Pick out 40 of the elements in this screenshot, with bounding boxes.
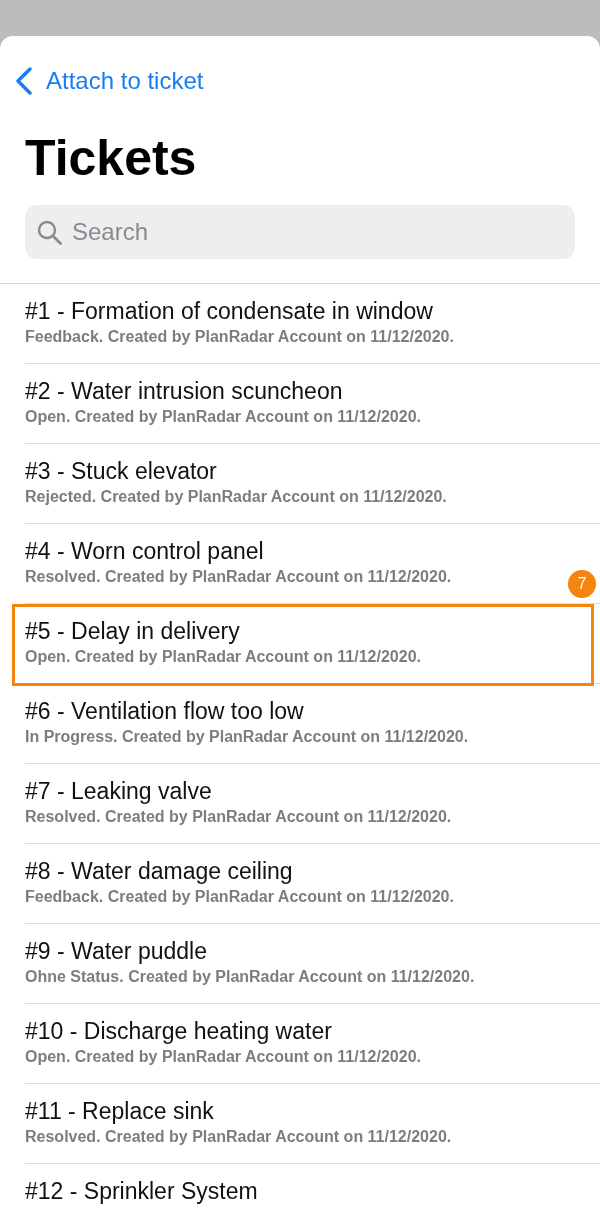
ticket-item[interactable]: #1 - Formation of condensate in window Feedback. Created by PlanRadar Account on 11/12/2020. [25, 284, 600, 364]
ticket-subtitle: Open. Created by PlanRadar Account on 11/12/2020. [25, 1047, 421, 1067]
back-button[interactable]: Attach to ticket [12, 63, 207, 99]
chevron-left-icon [15, 67, 33, 95]
ticket-title: #7 - Leaking valve [25, 777, 212, 806]
ticket-subtitle: Feedback. Created by PlanRadar Account on 11/12/2020. [25, 887, 454, 907]
ticket-item[interactable]: #11 - Replace sink Resolved. Created by PlanRadar Account on 11/12/2020. [25, 1084, 600, 1164]
ticket-title: #3 - Stuck elevator [25, 457, 217, 486]
ticket-subtitle: Open. Created by PlanRadar Account on 11/12/2020. [25, 407, 421, 427]
ticket-title: #9 - Water puddle [25, 937, 207, 966]
page-title: Tickets [25, 129, 197, 188]
search-icon [37, 220, 62, 245]
ticket-item[interactable]: #12 - Sprinkler System [25, 1164, 600, 1221]
ticket-title: #11 - Replace sink [25, 1097, 214, 1126]
ticket-title: #1 - Formation of condensate in window [25, 297, 433, 326]
ticket-item[interactable]: #7 - Leaking valve Resolved. Created by PlanRadar Account on 11/12/2020. [25, 764, 600, 844]
ticket-subtitle: Feedback. Created by PlanRadar Account on 11/12/2020. [25, 327, 454, 347]
ticket-subtitle: Resolved. Created by PlanRadar Account on 11/12/2020. [25, 807, 452, 827]
search-field[interactable]: Search [25, 205, 575, 259]
ticket-title: #2 - Water intrusion scuncheon [25, 377, 343, 406]
ticket-item[interactable]: #2 - Water intrusion scuncheon Open. Created by PlanRadar Account on 11/12/2020. [25, 364, 600, 444]
ticket-title: #12 - Sprinkler System [25, 1177, 258, 1206]
ticket-title: #5 - Delay in delivery [25, 617, 240, 646]
ticket-title: #8 - Water damage ceiling [25, 857, 293, 886]
ticket-subtitle: In Progress. Created by PlanRadar Account on 11/12/2020. [25, 727, 469, 747]
ticket-subtitle: Resolved. Created by PlanRadar Account on 11/12/2020. [25, 1127, 452, 1147]
ticket-subtitle: Resolved. Created by PlanRadar Account on 11/12/2020. [25, 567, 452, 587]
ticket-item[interactable]: #3 - Stuck elevator Rejected. Created by PlanRadar Account on 11/12/2020. [25, 444, 600, 524]
ticket-item[interactable]: #5 - Delay in delivery Open. Created by PlanRadar Account on 11/12/2020. [25, 604, 600, 684]
ticket-item[interactable]: #8 - Water damage ceiling Feedback. Created by PlanRadar Account on 11/12/2020. [25, 844, 600, 924]
ticket-item[interactable]: #9 - Water puddle Ohne Status. Created by PlanRadar Account on 11/12/2020. [25, 924, 600, 1004]
ticket-title: #4 - Worn control panel [25, 537, 264, 566]
ticket-title: #6 - Ventilation flow too low [25, 697, 304, 726]
ticket-item[interactable]: #6 - Ventilation flow too low In Progress. Created by PlanRadar Account on 11/12/2020. [25, 684, 600, 764]
ticket-subtitle: Ohne Status. Created by PlanRadar Account on 11/12/2020. [25, 967, 475, 987]
ticket-subtitle: Rejected. Created by PlanRadar Account on 11/12/2020. [25, 487, 447, 507]
ticket-title: #10 - Discharge heating water [25, 1017, 332, 1046]
step-badge: 7 [568, 570, 596, 598]
ticket-subtitle: Open. Created by PlanRadar Account on 11/12/2020. [25, 647, 421, 667]
ticket-item[interactable]: #10 - Discharge heating water Open. Created by PlanRadar Account on 11/12/2020. [25, 1004, 600, 1084]
